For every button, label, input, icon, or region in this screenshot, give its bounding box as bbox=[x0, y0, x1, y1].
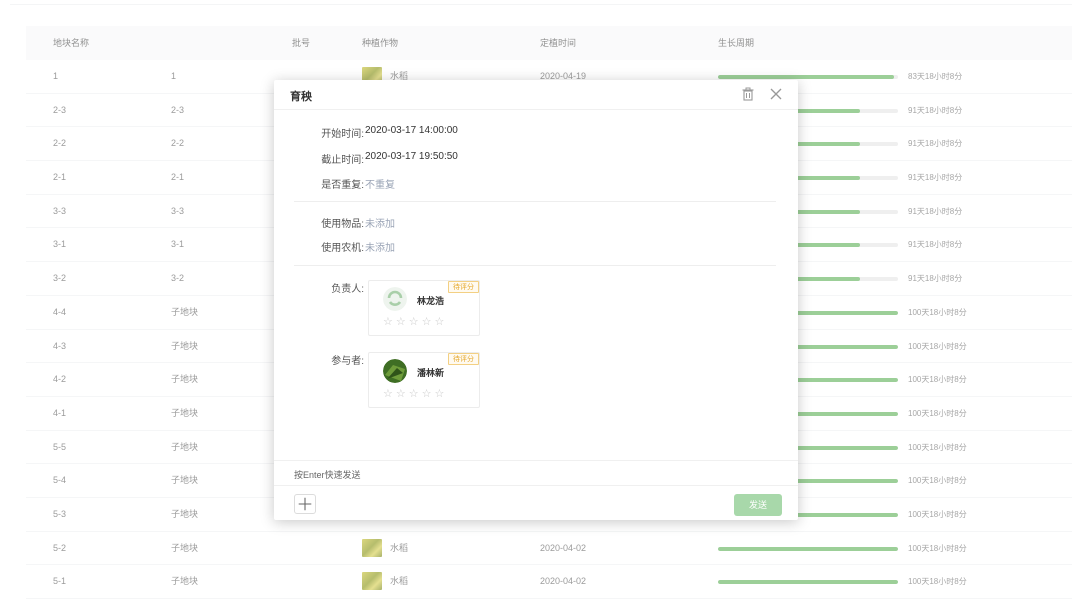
rating-pending-badge: 待评分 bbox=[448, 353, 479, 365]
repeat-value[interactable]: 不重复 bbox=[365, 176, 395, 191]
send-button[interactable]: 发送 bbox=[734, 494, 782, 516]
star-icon[interactable]: ☆ bbox=[409, 389, 419, 400]
rating-pending-badge: 待评分 bbox=[448, 281, 479, 293]
star-icon[interactable]: ☆ bbox=[435, 317, 445, 328]
trash-icon[interactable] bbox=[740, 86, 756, 102]
owner-label: 负责人: bbox=[331, 284, 364, 295]
start-time-value: 2020-03-17 14:00:00 bbox=[365, 125, 458, 136]
star-icon[interactable]: ☆ bbox=[383, 389, 393, 400]
machines-label: 使用农机: bbox=[321, 243, 364, 254]
participant-label: 参与者: bbox=[331, 356, 364, 367]
section-divider bbox=[294, 265, 776, 266]
avatar bbox=[383, 359, 407, 383]
start-time-label: 开始时间: bbox=[321, 129, 364, 140]
avatar bbox=[383, 287, 407, 311]
star-icon[interactable]: ☆ bbox=[396, 317, 406, 328]
plus-icon[interactable] bbox=[294, 494, 316, 514]
participant-name: 潘林新 bbox=[417, 368, 445, 378]
star-icon[interactable]: ☆ bbox=[422, 317, 432, 328]
modal-title: 育秧 bbox=[290, 91, 312, 103]
task-detail-modal: 育秧 开始时间: 2020-03-17 14:00:00 截止时间: 2020-… bbox=[274, 80, 798, 520]
star-icon[interactable]: ☆ bbox=[383, 317, 393, 328]
send-hint: 按Enter快速发送 bbox=[294, 470, 361, 480]
star-icon[interactable]: ☆ bbox=[396, 389, 406, 400]
star-icon[interactable]: ☆ bbox=[435, 389, 445, 400]
participant-rating-stars: ☆ ☆ ☆ ☆ ☆ bbox=[383, 389, 444, 400]
close-icon[interactable] bbox=[768, 86, 784, 102]
star-icon[interactable]: ☆ bbox=[409, 317, 419, 328]
participant-card: 待评分 潘林新 ☆ ☆ ☆ ☆ ☆ bbox=[368, 352, 480, 408]
owner-card: 待评分 林龙浩 ☆ ☆ ☆ ☆ ☆ bbox=[368, 280, 480, 336]
modal-header: 育秧 bbox=[274, 80, 798, 110]
message-input-bar[interactable]: 按Enter快速发送 bbox=[274, 460, 798, 486]
machines-add-link[interactable]: 未添加 bbox=[365, 239, 395, 254]
items-label: 使用物品: bbox=[321, 219, 364, 230]
items-add-link[interactable]: 未添加 bbox=[365, 215, 395, 230]
end-time-label: 截止时间: bbox=[321, 155, 364, 166]
owner-rating-stars: ☆ ☆ ☆ ☆ ☆ bbox=[383, 317, 444, 328]
end-time-value: 2020-03-17 19:50:50 bbox=[365, 151, 458, 162]
section-divider bbox=[294, 201, 776, 202]
repeat-label: 是否重复: bbox=[321, 180, 364, 191]
owner-name: 林龙浩 bbox=[417, 296, 445, 306]
star-icon[interactable]: ☆ bbox=[422, 389, 432, 400]
